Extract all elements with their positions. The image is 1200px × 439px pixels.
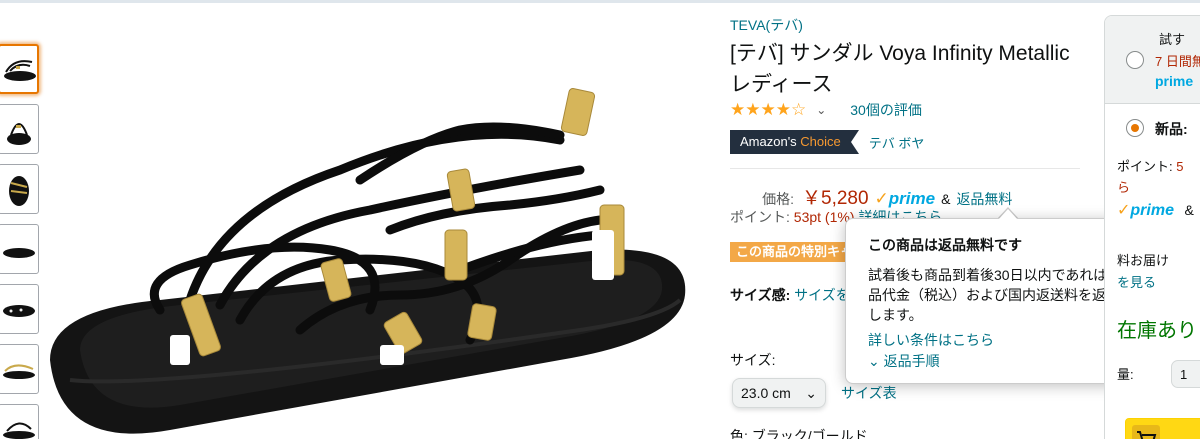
free-returns-popover: この商品は返品無料です × 試着後も商品到着後30日以内であれば商品代金（税込）… (845, 218, 1145, 384)
choice-badge-tip (850, 130, 859, 154)
prime-check-icon: ✓ (1117, 202, 1131, 219)
sandal-sole-icon (3, 248, 35, 258)
sandal-detail-icon (3, 422, 35, 439)
points-value: 53pt (793, 209, 822, 225)
free-returns-link[interactable]: 返品無料 (956, 189, 1012, 209)
color-label: 色: ブラック/ゴールド (730, 428, 868, 439)
in-stock-status: 在庫あり (1117, 320, 1197, 342)
thumbnail-1[interactable] (0, 44, 39, 94)
sandal-back-icon (7, 123, 31, 145)
amazons-choice-row: Amazon's Choice テバ ボヤ (730, 130, 924, 154)
thumbnail-2[interactable] (0, 104, 39, 154)
thumbnail-4[interactable] (0, 224, 39, 274)
buybox-points: ポイント: 5 (1117, 156, 1183, 175)
size-select[interactable]: 23.0 cm ⌄ (732, 378, 826, 408)
sandal-bottom-icon (3, 305, 35, 317)
popover-title: この商品は返品無料です (868, 237, 1022, 253)
prime-trial-option[interactable]: 試す 7 日間無料 prime (1105, 16, 1200, 104)
reviews-link[interactable]: 30個の評価 (850, 100, 922, 120)
star-rating-icon[interactable]: ★★★★☆ (730, 100, 806, 120)
try-label: 試す (1159, 32, 1186, 47)
thumbnail-7[interactable] (0, 404, 39, 439)
points-label: ポイント: (730, 209, 790, 225)
sandal-thumbnail-icon (4, 60, 36, 81)
buybox-prime-badge: ✓prime & (1117, 200, 1194, 220)
brand-link[interactable]: TEVA(テバ) (730, 15, 803, 35)
size-select-value: 23.0 cm (741, 385, 791, 401)
ampersand: & (941, 191, 951, 207)
thumbnail-3[interactable] (0, 164, 39, 214)
size-feel-label: サイズ感: (730, 287, 791, 303)
buybox-points-suffix: ら (1117, 180, 1131, 195)
amazons-choice-badge: Amazon's Choice (730, 130, 851, 154)
product-title: [テバ] サンダル Voya Infinity Metallic レディース (730, 42, 1070, 96)
price-row: 価格: ￥5,280 ✓prime & 返品無料 (730, 183, 1012, 210)
quantity-select[interactable]: 1 (1171, 360, 1200, 388)
popover-return-steps-link[interactable]: ⌄ 返品手順 (868, 351, 940, 371)
size-label: サイズ: (730, 352, 776, 368)
chevron-down-icon[interactable]: ⌄ (816, 103, 826, 117)
popover-arrow-inner (998, 209, 1018, 220)
price-label: 価格: (762, 191, 794, 207)
cart-icon (1132, 425, 1160, 439)
see-details-link[interactable]: を見る (1117, 272, 1156, 291)
delivery-text: 料お届け (1117, 253, 1170, 268)
add-to-cart-button[interactable] (1125, 418, 1200, 439)
new-label: 新品: (1155, 121, 1188, 137)
prime-text: prime (1155, 73, 1194, 89)
prime-badge: ✓prime (875, 189, 936, 209)
prime-text: prime (888, 189, 936, 208)
choice-keyword-link[interactable]: テバ ボヤ (869, 133, 925, 152)
chevron-down-icon: ⌄ (805, 384, 817, 401)
new-option-radio[interactable] (1126, 119, 1144, 137)
popover-body: 試着後も商品到着後30日以内であれば商品代金（税込）および国内返送料を返金します… (868, 267, 1122, 323)
buybox-points-label: ポイント: (1117, 159, 1173, 174)
sandal-pair-icon (3, 364, 35, 379)
prime-trial-radio[interactable] (1126, 51, 1144, 69)
rating-row: ★★★★☆ ⌄ 30個の評価 (730, 100, 922, 120)
return-steps-label: 返品手順 (883, 353, 940, 369)
trial-text: 7 日間無料 (1155, 54, 1200, 69)
buybox-points-value: 5 (1176, 159, 1184, 174)
main-product-image[interactable] (40, 60, 700, 439)
thumbnail-5[interactable] (0, 284, 39, 334)
buy-box: 試す 7 日間無料 prime 新品: ポイント: 5 ら ✓prime & 料… (1104, 15, 1200, 439)
popover-conditions-link[interactable]: 詳しい条件はこちら (868, 330, 994, 350)
chevron-down-icon: ⌄ (868, 353, 884, 369)
size-chart-link[interactable]: サイズ表 (841, 383, 897, 403)
price-value: ￥5,280 (802, 188, 869, 209)
buybox-ampersand: & (1184, 202, 1194, 218)
prime-check-icon: ✓ (874, 189, 889, 208)
divider (730, 168, 1080, 169)
thumbnail-6[interactable] (0, 344, 39, 394)
choice-badge-choice: Choice (800, 134, 841, 149)
choice-badge-amazon: Amazon's (740, 134, 797, 149)
quantity-label: 量: (1117, 367, 1134, 382)
buybox-prime-text: prime (1130, 202, 1174, 219)
sandal-top-icon (9, 176, 29, 206)
